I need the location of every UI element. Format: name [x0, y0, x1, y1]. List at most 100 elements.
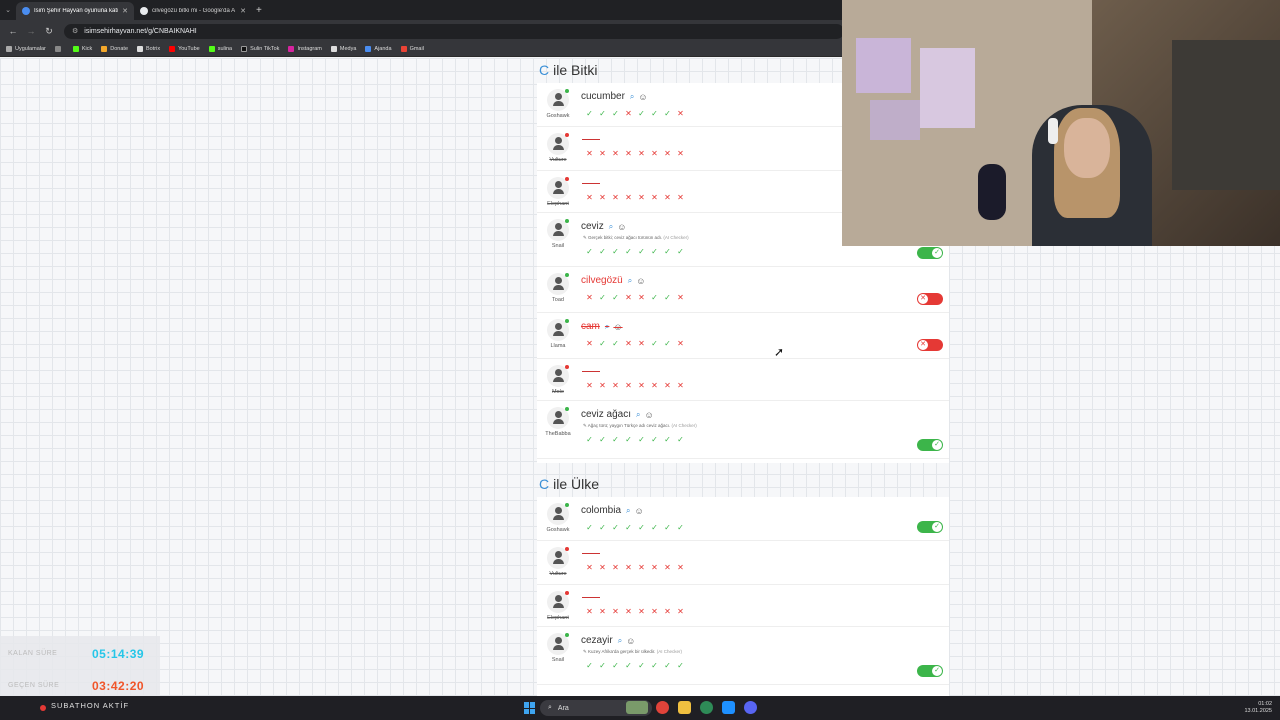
check-icon[interactable]: ✓ [674, 661, 687, 670]
cross-icon[interactable]: ✕ [609, 563, 622, 572]
bookmark-apps[interactable]: Uygulamalar [6, 46, 46, 52]
cross-icon[interactable]: ✕ [622, 339, 635, 348]
cross-icon[interactable]: ✕ [635, 149, 648, 158]
address-bar[interactable]: ⚙ isimsehirhayvan.net/g/CNBAIKNAHI [64, 23, 844, 39]
cross-icon[interactable]: ✕ [596, 563, 609, 572]
check-icon[interactable]: ✓ [635, 523, 648, 532]
emoji-react-icon[interactable]: ☺ [617, 222, 626, 232]
back-icon[interactable]: ← [4, 26, 22, 36]
accept-toggle[interactable]: ✕ [917, 293, 943, 305]
check-icon[interactable]: ✓ [609, 293, 622, 302]
widget-icon[interactable] [626, 701, 648, 714]
cross-icon[interactable]: ✕ [596, 607, 609, 616]
check-icon[interactable]: ✓ [635, 435, 648, 444]
check-icon[interactable]: ✓ [648, 293, 661, 302]
check-icon[interactable]: ✓ [648, 109, 661, 118]
close-tab-icon[interactable]: ✕ [240, 7, 246, 15]
cross-icon[interactable]: ✕ [622, 193, 635, 202]
check-icon[interactable]: ✓ [609, 339, 622, 348]
discord-icon[interactable] [744, 701, 757, 714]
bookmark-tiktok[interactable]: Sulin TikTok [241, 46, 279, 52]
check-icon[interactable]: ✓ [661, 293, 674, 302]
check-icon[interactable]: ✓ [635, 247, 648, 256]
emoji-react-icon[interactable]: ☺ [635, 506, 644, 516]
cross-icon[interactable]: ✕ [583, 339, 596, 348]
search-icon[interactable]: ⌕ [618, 636, 622, 646]
bookmark-kick[interactable]: Kick [72, 46, 92, 52]
cross-icon[interactable]: ✕ [635, 607, 648, 616]
accept-toggle[interactable]: ✓ [917, 247, 943, 259]
cross-icon[interactable]: ✕ [648, 381, 661, 390]
check-icon[interactable]: ✓ [648, 523, 661, 532]
emoji-react-icon[interactable]: ☺ [638, 92, 647, 102]
bookmark-sulina[interactable]: sulina [208, 46, 232, 52]
check-icon[interactable]: ✓ [661, 339, 674, 348]
file-explorer-icon[interactable] [678, 701, 691, 714]
cross-icon[interactable]: ✕ [622, 563, 635, 572]
cross-icon[interactable]: ✕ [648, 149, 661, 158]
accept-toggle[interactable]: ✓ [917, 439, 943, 451]
cross-icon[interactable]: ✕ [596, 193, 609, 202]
bookmark-youtube[interactable]: YouTube [169, 46, 200, 52]
cross-icon[interactable]: ✕ [635, 381, 648, 390]
emoji-react-icon[interactable]: ☺ [645, 410, 654, 420]
check-icon[interactable]: ✓ [661, 523, 674, 532]
cross-icon[interactable]: ✕ [583, 193, 596, 202]
check-icon[interactable]: ✓ [622, 435, 635, 444]
cross-icon[interactable]: ✕ [661, 149, 674, 158]
cross-icon[interactable]: ✕ [648, 193, 661, 202]
tab-search-icon[interactable]: ⌄ [0, 6, 16, 14]
bookmark-gmail[interactable]: Gmail [400, 46, 424, 52]
check-icon[interactable]: ✓ [609, 247, 622, 256]
check-icon[interactable]: ✓ [648, 661, 661, 670]
accept-toggle[interactable]: ✓ [917, 521, 943, 533]
check-icon[interactable]: ✓ [635, 661, 648, 670]
app-icon[interactable] [700, 701, 713, 714]
cross-icon[interactable]: ✕ [674, 293, 687, 302]
windows-start-icon[interactable] [524, 702, 536, 714]
check-icon[interactable]: ✓ [596, 247, 609, 256]
cross-icon[interactable]: ✕ [609, 193, 622, 202]
check-icon[interactable]: ✓ [583, 247, 596, 256]
check-icon[interactable]: ✓ [583, 661, 596, 670]
tab-isimsehirhayvan[interactable]: İsim Şehir Hayvan oyununa katı ✕ [16, 2, 134, 20]
cross-icon[interactable]: ✕ [635, 193, 648, 202]
search-icon[interactable]: ⌕ [605, 322, 609, 332]
cross-icon[interactable]: ✕ [583, 293, 596, 302]
forward-icon[interactable]: → [22, 26, 40, 36]
search-icon[interactable]: ⌕ [626, 506, 630, 516]
check-icon[interactable]: ✓ [622, 247, 635, 256]
check-icon[interactable]: ✓ [674, 247, 687, 256]
cross-icon[interactable]: ✕ [596, 381, 609, 390]
check-icon[interactable]: ✓ [661, 435, 674, 444]
check-icon[interactable]: ✓ [661, 661, 674, 670]
cross-icon[interactable]: ✕ [661, 381, 674, 390]
bookmark-instagram[interactable]: Instagram [288, 46, 322, 52]
check-icon[interactable]: ✓ [635, 109, 648, 118]
accept-toggle[interactable]: ✕ [917, 339, 943, 351]
cross-icon[interactable]: ✕ [661, 193, 674, 202]
cross-icon[interactable]: ✕ [583, 381, 596, 390]
cross-icon[interactable]: ✕ [583, 607, 596, 616]
cross-icon[interactable]: ✕ [609, 381, 622, 390]
system-tray[interactable]: 01:02 13.01.2025 [1244, 701, 1272, 715]
emoji-react-icon[interactable]: ☺ [613, 322, 622, 332]
cross-icon[interactable]: ✕ [609, 607, 622, 616]
check-icon[interactable]: ✓ [648, 339, 661, 348]
check-icon[interactable]: ✓ [609, 109, 622, 118]
check-icon[interactable]: ✓ [661, 109, 674, 118]
check-icon[interactable]: ✓ [609, 523, 622, 532]
cross-icon[interactable]: ✕ [635, 293, 648, 302]
check-icon[interactable]: ✓ [596, 339, 609, 348]
cross-icon[interactable]: ✕ [622, 293, 635, 302]
accept-toggle[interactable]: ✓ [917, 665, 943, 677]
check-icon[interactable]: ✓ [609, 435, 622, 444]
check-icon[interactable]: ✓ [622, 523, 635, 532]
cross-icon[interactable]: ✕ [583, 149, 596, 158]
check-icon[interactable]: ✓ [596, 435, 609, 444]
cross-icon[interactable]: ✕ [661, 607, 674, 616]
check-icon[interactable]: ✓ [583, 435, 596, 444]
cross-icon[interactable]: ✕ [583, 563, 596, 572]
search-icon[interactable]: ⌕ [630, 92, 634, 102]
check-icon[interactable]: ✓ [596, 523, 609, 532]
